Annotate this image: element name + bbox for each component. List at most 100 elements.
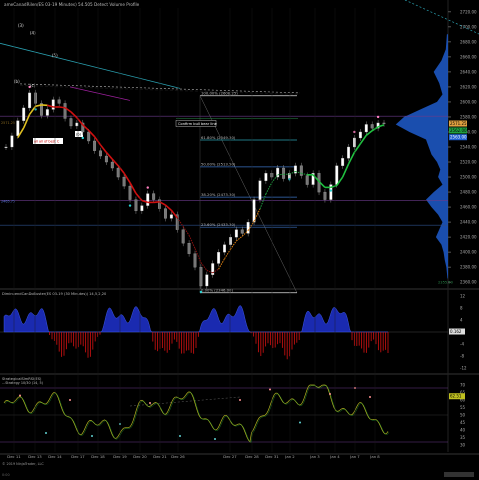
- price-tick-label: 2640.00: [460, 69, 477, 74]
- swing-dot: [329, 189, 333, 192]
- fib-label: 50.00% (2513.50): [201, 162, 236, 167]
- price-tick-label: 2360.00: [460, 280, 477, 285]
- wave-label: (3): [18, 23, 24, 28]
- chart-canvas[interactable]: ameCanadRilen/ES 03-19 Minutes) 54.505 D…: [0, 0, 479, 480]
- candle-body: [264, 173, 268, 181]
- candle-body: [10, 135, 14, 148]
- candle-body: [258, 180, 262, 200]
- price-tick-label: 2580.00: [460, 114, 477, 119]
- x-axis-label: Dec 18: [91, 454, 105, 459]
- candle-body: [205, 274, 209, 287]
- swing-dot: [146, 186, 149, 189]
- candle-body: [169, 214, 173, 219]
- candle-body: [152, 193, 156, 200]
- candle-body: [187, 243, 191, 254]
- rsi-dot: [69, 399, 71, 401]
- price-tick-label: 2540.00: [460, 145, 477, 150]
- candle-body: [358, 131, 362, 139]
- osc-tick-label: -12: [460, 366, 467, 371]
- candle-body: [347, 146, 351, 159]
- swing-dot: [199, 290, 203, 294]
- trend-line-cyan: [0, 42, 181, 89]
- rsi-tick-label: 55: [460, 405, 466, 410]
- rsi-dot: [179, 435, 181, 437]
- osc-positive-area: [3, 305, 388, 333]
- candle-body: [364, 124, 368, 133]
- moving-average-segment: [277, 173, 284, 176]
- rsi-dot: [239, 399, 241, 401]
- candle-body: [282, 167, 286, 179]
- x-axis-label: Dec 31: [265, 454, 279, 459]
- x-axis-label: Dec 13: [28, 454, 42, 459]
- x-axis-label: Dec 11: [7, 454, 21, 459]
- swing-dot: [288, 178, 291, 181]
- candle-body: [140, 205, 144, 212]
- x-axis-label: Jan 4: [329, 454, 340, 459]
- swing-dot: [353, 130, 356, 134]
- price-tick-label: 2420.00: [460, 235, 477, 240]
- x-axis-label: Jan 8: [369, 454, 380, 459]
- candle-body: [270, 173, 274, 178]
- x-axis-label: Dec 27: [223, 454, 237, 459]
- osc-tick-label: -8: [460, 354, 464, 359]
- candle-body: [234, 229, 238, 238]
- osc-tick-label: -4: [460, 342, 464, 347]
- x-axis-label: Dec 20: [133, 454, 147, 459]
- candle-body: [116, 167, 120, 178]
- candle-body: [57, 99, 61, 104]
- rsi-subtitle: ...Strategy 10/30 (14, 5): [2, 381, 44, 385]
- candle-body: [51, 99, 55, 110]
- osc-value: 0.162: [450, 329, 462, 334]
- candle-body: [99, 150, 102, 157]
- footer-left: 0:00: [2, 473, 10, 477]
- fib-label: 61.80% (2549.30): [201, 135, 236, 140]
- rsi-tick-label: 40: [460, 428, 466, 433]
- window-title: ameCanadRilen/ES 03-19 Minutes) 54.505 D…: [4, 2, 140, 7]
- rsi-dot: [329, 393, 331, 395]
- moving-average-segment: [70, 111, 78, 119]
- price-tick-label: 2380.00: [460, 265, 477, 270]
- price-tick-label: 2520.00: [460, 160, 477, 165]
- candle-body: [193, 253, 197, 268]
- copyright: © 2019 NinjaTrader, LLC: [2, 462, 44, 466]
- volume-profile: [395, 34, 448, 279]
- candle-body: [199, 267, 203, 287]
- rsi-signal-line: [4, 385, 390, 443]
- candle-body: [323, 191, 327, 200]
- rsi-tick-label: 45: [460, 420, 466, 425]
- candle-body: [341, 158, 345, 166]
- candle-body: [128, 185, 132, 200]
- x-axis-label: Dec 17: [71, 454, 85, 459]
- candle-body: [28, 92, 32, 109]
- x-axis-label: Dec 14: [48, 454, 62, 459]
- moving-average-segment: [59, 106, 66, 109]
- candle-body: [75, 122, 79, 127]
- candle-body: [134, 199, 138, 212]
- candle-body: [211, 263, 215, 275]
- candle-body: [217, 252, 221, 264]
- callout-text: Confirm bull bear line: [178, 122, 218, 126]
- candle-body: [87, 131, 91, 142]
- rsi-dot: [214, 438, 216, 440]
- wave-label: (b): [14, 79, 20, 84]
- price-tick-label: 2660.00: [460, 54, 477, 59]
- rsi-dot: [91, 435, 93, 437]
- osc-title: DiminuendCanDoBuster(ES 03-19 (30 Minute…: [2, 292, 107, 296]
- osc-tick-label: 12: [460, 294, 466, 299]
- rsi-dot: [269, 388, 271, 391]
- candle-body: [69, 118, 73, 127]
- price-tick-label: 2440.00: [460, 220, 477, 225]
- candle-body: [240, 229, 244, 234]
- rsi-tick-label: 35: [460, 435, 466, 440]
- rsi-tick-label: 50: [460, 413, 466, 418]
- rsi-dot: [149, 402, 151, 404]
- price-tick-label: 2400.00: [460, 250, 477, 255]
- x-axis-label: Dec 21: [153, 454, 167, 459]
- rsi-dot: [299, 421, 301, 424]
- moving-average-segment: [153, 201, 160, 204]
- swing-dot: [81, 136, 84, 140]
- price-tick-label: 2460.00: [460, 205, 477, 210]
- x-axis-label: Dec 26: [171, 454, 185, 459]
- rsi-tick-label: 70: [460, 383, 466, 388]
- rsi-tick-label: 30: [460, 443, 466, 448]
